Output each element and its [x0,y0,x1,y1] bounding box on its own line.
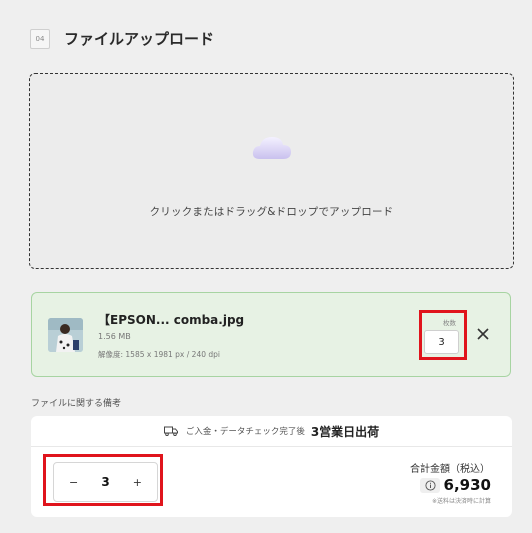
total-amount: 6,930 [443,476,491,494]
shipping-note: ※送料は決済時に計算 [431,498,491,505]
file-name: 【EPSON... comba.jpg [98,313,245,327]
page-title: ファイルアップロード [64,30,215,48]
truck-icon [163,426,178,436]
file-size: 1.56 MB [98,332,131,341]
highlight-box [419,310,467,360]
dropzone-instruction: クリックまたはドラッグ&ドロップでアップロード [149,206,394,218]
step-number: 04 [30,28,50,49]
close-icon[interactable] [475,326,491,342]
total-label: 合計金額（税込） [410,464,490,475]
file-thumbnail [48,318,83,352]
shipping-lead-time: 3営業日出荷 [310,424,380,439]
step-header: 04 ファイルアップロード [30,28,214,49]
shipping-condition: ご入金・データチェック完了後 [185,427,305,437]
highlight-box [43,454,163,506]
uploaded-file-card: 【EPSON... comba.jpg 1.56 MB 解像度: 1585 x … [31,292,511,377]
file-resolution: 解像度: 1585 x 1981 px / 240 dpi [98,350,220,359]
shipping-info: ご入金・データチェック完了後 3営業日出荷 [31,416,512,447]
info-icon[interactable] [420,478,440,493]
cloud-upload-icon [252,137,291,159]
upload-dropzone[interactable]: クリックまたはドラッグ&ドロップでアップロード [29,73,514,269]
order-panel: ご入金・データチェック完了後 3営業日出荷 − 3 + 合計金額（税込） 6,9… [31,416,512,517]
file-notes-label: ファイルに関する備考 [31,399,122,409]
